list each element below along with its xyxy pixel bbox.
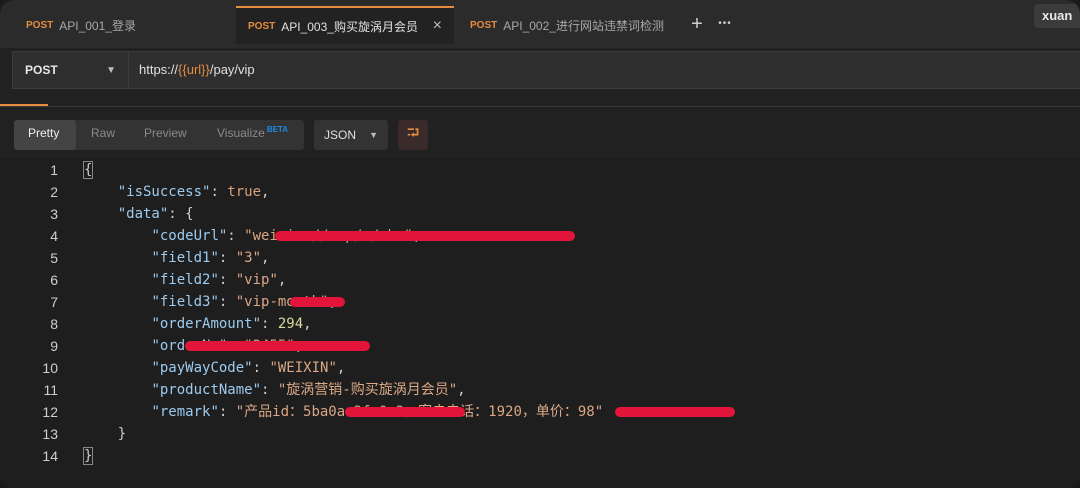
wrap-lines-icon[interactable]: ⮒ bbox=[398, 120, 428, 150]
code-line: } bbox=[82, 447, 94, 465]
visualize-label: Visualize bbox=[217, 126, 265, 140]
chevron-down-icon: ▼ bbox=[369, 130, 378, 140]
method-select[interactable]: POST ▼ bbox=[13, 52, 129, 88]
url-path: /pay/vip bbox=[209, 62, 255, 77]
tab-label: API_002_进行网站违禁词检测 bbox=[503, 18, 664, 33]
redaction-mark bbox=[345, 407, 465, 417]
tab-method: POST bbox=[248, 20, 276, 32]
close-icon[interactable]: × bbox=[433, 17, 442, 35]
url-input[interactable]: https://{{url}}/pay/vip bbox=[139, 62, 255, 77]
tab-label: API_001_登录 bbox=[59, 18, 136, 33]
request-url-bar: POST ▼ https://{{url}}/pay/vip bbox=[12, 51, 1080, 89]
line-number: 6 bbox=[50, 272, 58, 288]
format-value: JSON bbox=[324, 128, 357, 142]
line-number: 3 bbox=[50, 206, 58, 222]
view-pretty-button[interactable]: Pretty bbox=[28, 126, 59, 140]
tab-method: POST bbox=[26, 19, 54, 31]
code-line: "remark": "产品id：5ba0ac3fe0c3，客户电话：1920，单… bbox=[151, 404, 603, 420]
redaction-mark bbox=[615, 407, 735, 417]
redaction-mark bbox=[275, 231, 575, 241]
line-number: 1 bbox=[50, 162, 58, 178]
redaction-mark bbox=[185, 341, 370, 351]
code-line: "field1": "3", bbox=[151, 250, 270, 266]
response-body[interactable]: 1{ 2 "isSuccess": true, 3 "data": { 4 "c… bbox=[0, 158, 1080, 488]
tab-api-001[interactable]: POST API_001_登录 bbox=[14, 6, 234, 44]
code-line: { bbox=[82, 161, 94, 179]
code-line: "productName": "旋涡营销-购买旋涡月会员", bbox=[151, 382, 466, 398]
line-number: 13 bbox=[42, 426, 58, 442]
tab-method: POST bbox=[470, 19, 498, 31]
chevron-down-icon: ▼ bbox=[106, 64, 116, 76]
method-value: POST bbox=[25, 63, 58, 77]
divider bbox=[0, 106, 1080, 107]
tab-label: API_003_购买旋涡月会员 bbox=[281, 19, 418, 34]
line-number: 11 bbox=[43, 382, 58, 398]
line-number: 14 bbox=[42, 448, 58, 464]
redaction-mark bbox=[290, 297, 345, 307]
url-prefix: https:// bbox=[139, 62, 179, 77]
code-line: "field2": "vip", bbox=[151, 272, 287, 288]
format-select[interactable]: JSON ▼ bbox=[314, 120, 388, 150]
line-number: 10 bbox=[42, 360, 58, 376]
code-line: "orderAmount": 294, bbox=[151, 316, 312, 332]
line-number: 7 bbox=[50, 294, 58, 310]
app-window: POST API_001_登录 POST API_003_购买旋涡月会员 × P… bbox=[0, 0, 1080, 488]
tab-api-003[interactable]: POST API_003_购买旋涡月会员 × bbox=[236, 6, 454, 44]
beta-badge: BETA bbox=[266, 125, 288, 134]
add-tab-button[interactable]: + bbox=[684, 12, 710, 38]
user-badge[interactable]: xuan bbox=[1034, 4, 1080, 28]
view-raw-button[interactable]: Raw bbox=[91, 126, 115, 140]
code-line: "data": { bbox=[117, 206, 194, 222]
view-visualize-button[interactable]: Visualize BETA bbox=[217, 125, 288, 140]
code-line: } bbox=[84, 426, 127, 442]
url-variable: {{url}} bbox=[178, 62, 210, 77]
line-number: 9 bbox=[50, 338, 58, 354]
view-preview-button[interactable]: Preview bbox=[144, 126, 187, 140]
line-number: 4 bbox=[50, 228, 58, 244]
line-number: 12 bbox=[42, 404, 58, 420]
tab-bar: POST API_001_登录 POST API_003_购买旋涡月会员 × P… bbox=[0, 0, 1080, 48]
view-mode-group: Pretty Raw Preview Visualize BETA bbox=[14, 120, 304, 150]
line-number: 8 bbox=[50, 316, 58, 332]
code-line: "isSuccess": true, bbox=[117, 184, 270, 200]
tab-api-002[interactable]: POST API_002_进行网站违禁词检测 bbox=[458, 6, 678, 44]
line-number: 5 bbox=[50, 250, 58, 266]
code-line: "payWayCode": "WEIXIN", bbox=[151, 360, 346, 376]
line-number: 2 bbox=[50, 184, 58, 200]
more-tabs-button[interactable]: ••• bbox=[712, 12, 738, 38]
